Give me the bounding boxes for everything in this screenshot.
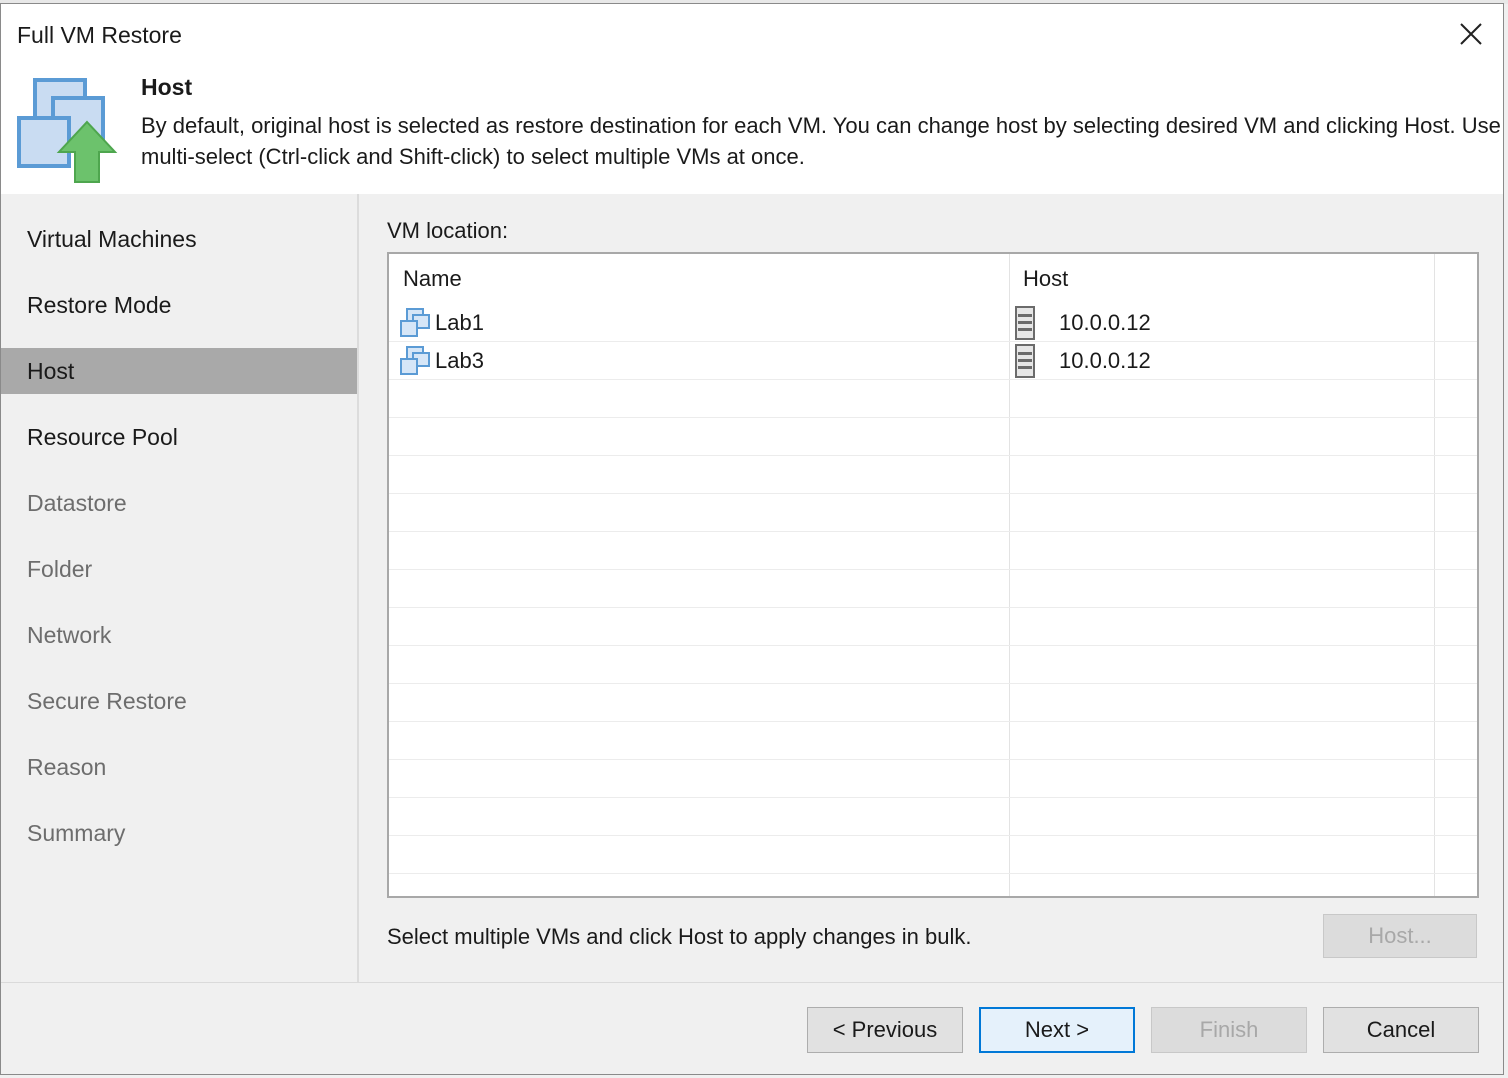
step-restore-mode[interactable]: Restore Mode [1, 282, 357, 328]
vm-location-label: VM location: [387, 218, 509, 243]
finish-button: Finish [1151, 1007, 1307, 1053]
vm-icon [400, 346, 430, 375]
step-datastore: Datastore [27, 490, 127, 516]
previous-button[interactable]: < Previous [807, 1007, 963, 1053]
next-button[interactable]: Next > [979, 1007, 1135, 1053]
row-divider [389, 493, 1477, 494]
step-resource-pool[interactable]: Resource Pool [1, 414, 357, 460]
column-header-name[interactable]: Name [403, 266, 462, 292]
step-description: By default, original host is selected as… [141, 113, 1501, 169]
step-host[interactable]: Host [1, 348, 357, 394]
server-icon [1015, 306, 1035, 340]
step-folder: Folder [27, 556, 93, 582]
host-address: 10.0.0.12 [1059, 348, 1151, 373]
row-divider [389, 379, 1477, 380]
restore-host-icon [17, 78, 118, 183]
row-divider [389, 607, 1477, 608]
step-reason: Reason [27, 754, 107, 780]
close-icon [1460, 23, 1482, 45]
row-divider [389, 721, 1477, 722]
cancel-button[interactable]: Cancel [1323, 1007, 1479, 1053]
row-divider [389, 455, 1477, 456]
step-title: Host [141, 74, 193, 100]
table-row[interactable]: Lab1 10.0.0.12 [389, 304, 1477, 342]
bulk-hint-text: Select multiple VMs and click Host to ap… [387, 924, 972, 949]
row-divider [389, 797, 1477, 798]
step-secure-restore: Secure Restore [27, 688, 187, 714]
table-header: Name Host [389, 254, 1477, 302]
row-divider [389, 835, 1477, 836]
wizard-steps-sidebar: Virtual Machines Restore Mode Host Resou… [1, 194, 359, 982]
row-divider [389, 645, 1477, 646]
full-vm-restore-dialog: Full VM Restore Host By default, origina… [0, 3, 1504, 1075]
title-bar: Full VM Restore [1, 4, 1503, 66]
host-address: 10.0.0.12 [1059, 310, 1151, 335]
server-icon [1015, 344, 1035, 378]
row-divider [389, 531, 1477, 532]
row-divider [389, 873, 1477, 874]
wizard-header: Host By default, original host is select… [1, 66, 1503, 194]
wizard-footer: < Previous Next > Finish Cancel [1, 982, 1503, 1074]
host-step-content: VM location: Name Host Lab1 10.0.0.12 La… [359, 194, 1503, 982]
host-button: Host... [1323, 914, 1477, 958]
vm-name: Lab1 [435, 310, 484, 335]
row-divider [389, 569, 1477, 570]
step-virtual-machines[interactable]: Virtual Machines [1, 216, 357, 262]
step-summary: Summary [27, 820, 126, 846]
close-button[interactable] [1451, 14, 1491, 54]
vm-icon [400, 308, 430, 337]
table-row[interactable]: Lab3 10.0.0.12 [389, 342, 1477, 380]
row-divider [389, 759, 1477, 760]
row-divider [389, 341, 1477, 342]
step-network: Network [27, 622, 112, 648]
window-title: Full VM Restore [17, 22, 182, 48]
vm-location-table[interactable]: Name Host Lab1 10.0.0.12 Lab3 10.0.0.12 [387, 252, 1479, 898]
column-header-host[interactable]: Host [1023, 266, 1068, 292]
row-divider [389, 417, 1477, 418]
row-divider [389, 683, 1477, 684]
vm-name: Lab3 [435, 348, 484, 373]
